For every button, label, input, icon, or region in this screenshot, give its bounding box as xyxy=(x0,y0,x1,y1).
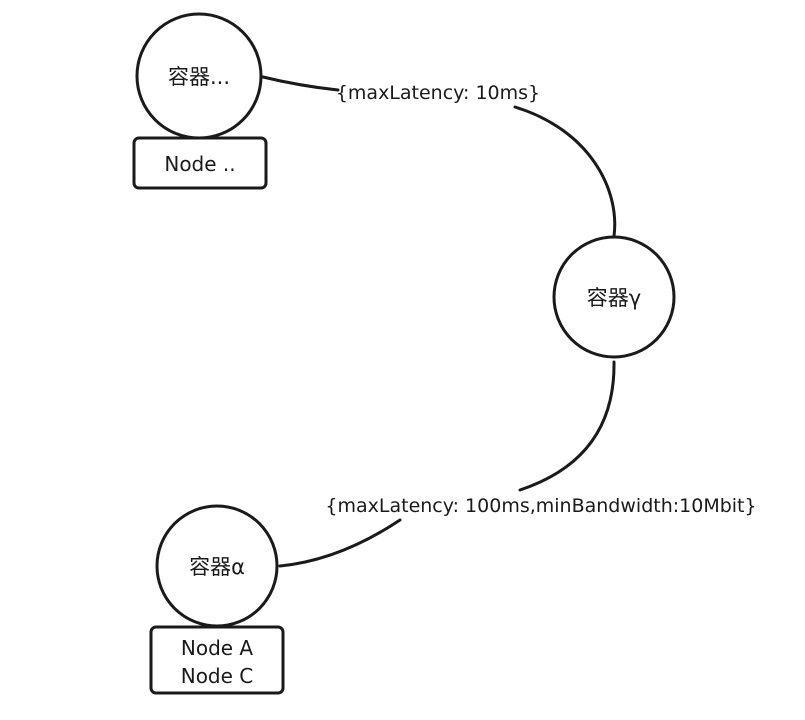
container-alpha-node-box-line-1: Node A xyxy=(181,636,254,660)
container-alpha-label: 容器α xyxy=(189,555,245,579)
container-gamma-label: 容器γ xyxy=(587,286,641,310)
edge-alpha-to-gamma xyxy=(278,360,616,568)
edge-label-alpha-to-gamma: {maxLatency: 100ms,minBandwidth:10Mbit} xyxy=(325,495,756,517)
edge-label-top-to-gamma: {maxLatency: 10ms} xyxy=(336,82,540,104)
diagram-canvas: {maxLatency: 10ms} {maxLatency: 100ms,mi… xyxy=(132,12,757,695)
container-top-node-box-label: Node .. xyxy=(164,152,235,176)
container-top-label: 容器... xyxy=(168,65,230,89)
container-alpha-node-box-line-2: Node C xyxy=(181,664,254,688)
